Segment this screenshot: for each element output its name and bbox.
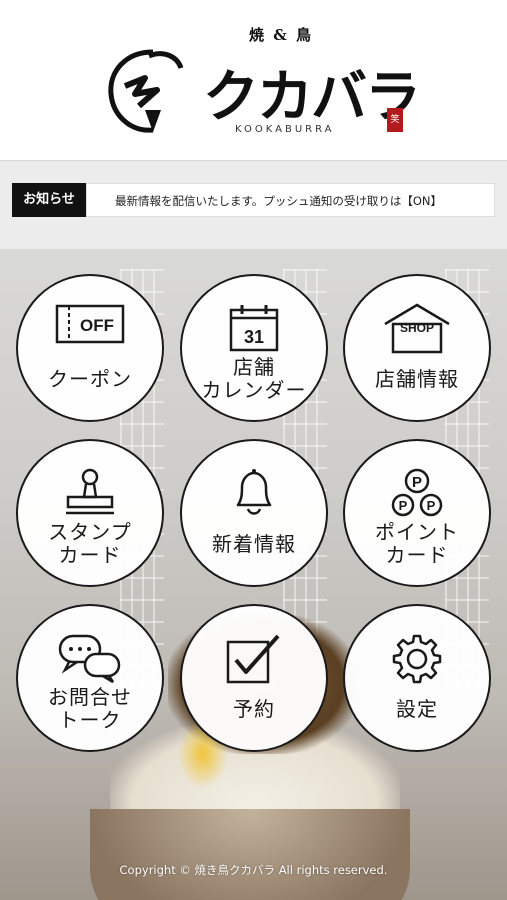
news-label-text: 新着情報 (212, 532, 296, 556)
copyright-text: Copyright © 焼き鳥クカバラ All rights reserved. (119, 863, 388, 877)
coupon-icon-text: OFF (80, 316, 114, 335)
settings-button[interactable]: 設定 (343, 604, 491, 752)
app-header: 焼 & 鳥 クカバラ KOOKABURRA 笑 (0, 0, 507, 161)
coupon-off-icon: OFF (55, 304, 125, 344)
news-bar: お知らせ 最新情報を配信いたします。プッシュ通知の受け取りは【ON】 (0, 161, 507, 249)
checkbox-icon (226, 634, 280, 684)
gear-icon (392, 634, 442, 684)
menu-area: OFF クーポン 31 店舗 カレンダー SHOP 店舗情報 スタンプ カード … (0, 249, 507, 900)
calendar-icon: 31 (229, 305, 279, 352)
bell-icon (236, 469, 272, 515)
inquiry-talk-button[interactable]: お問合せ トーク (16, 604, 164, 752)
reservation-label: 予約 (233, 697, 275, 721)
logo-seal: 笑 (387, 108, 403, 132)
news-button[interactable]: 新着情報 (180, 439, 328, 587)
shop-icon: SHOP (384, 303, 450, 354)
point-icon-text-2: P (399, 498, 408, 513)
point-card-label-1: ポイント (375, 520, 459, 544)
calendar-button[interactable]: 31 店舗 カレンダー (180, 274, 328, 422)
point-icon-text-1: P (412, 474, 422, 491)
calendar-label-1: 店舗 (233, 355, 275, 379)
stamp-card-label-2: カード (58, 543, 122, 567)
point-coins-icon: P P P (391, 468, 443, 517)
shop-info-button[interactable]: SHOP 店舗情報 (343, 274, 491, 422)
point-icon-text-3: P (427, 498, 436, 513)
stamp-card-label-1: スタンプ (48, 520, 132, 544)
stamp-card-button[interactable]: スタンプ カード (16, 439, 164, 587)
kookaburra-logo: 焼 & 鳥 クカバラ KOOKABURRA 笑 (95, 22, 425, 150)
news-label: お知らせ (12, 183, 86, 217)
shop-icon-text: SHOP (400, 321, 434, 335)
shop-info-label: 店舗情報 (375, 367, 459, 391)
point-card-button[interactable]: P P P ポイント カード (343, 439, 491, 587)
inquiry-talk-label-2: トーク (58, 708, 122, 732)
bowl-image (90, 809, 410, 900)
chat-icon (58, 634, 121, 684)
calendar-icon-text: 31 (244, 327, 264, 347)
inquiry-talk-label-1: お問合せ (48, 685, 132, 709)
reservation-button[interactable]: 予約 (180, 604, 328, 752)
bird-logo-icon (108, 49, 184, 133)
coupon-button[interactable]: OFF クーポン (16, 274, 164, 422)
stamp-icon (66, 468, 114, 515)
calendar-label-2: カレンダー (201, 378, 307, 402)
logo-subtitle: 焼 & 鳥 (249, 26, 313, 44)
point-card-label-2: カード (385, 543, 449, 567)
logo-english: KOOKABURRA (235, 124, 335, 135)
coupon-label: クーポン (48, 367, 132, 391)
news-ticker[interactable]: 最新情報を配信いたします。プッシュ通知の受け取りは【ON】 (86, 183, 495, 217)
settings-label: 設定 (396, 697, 438, 721)
